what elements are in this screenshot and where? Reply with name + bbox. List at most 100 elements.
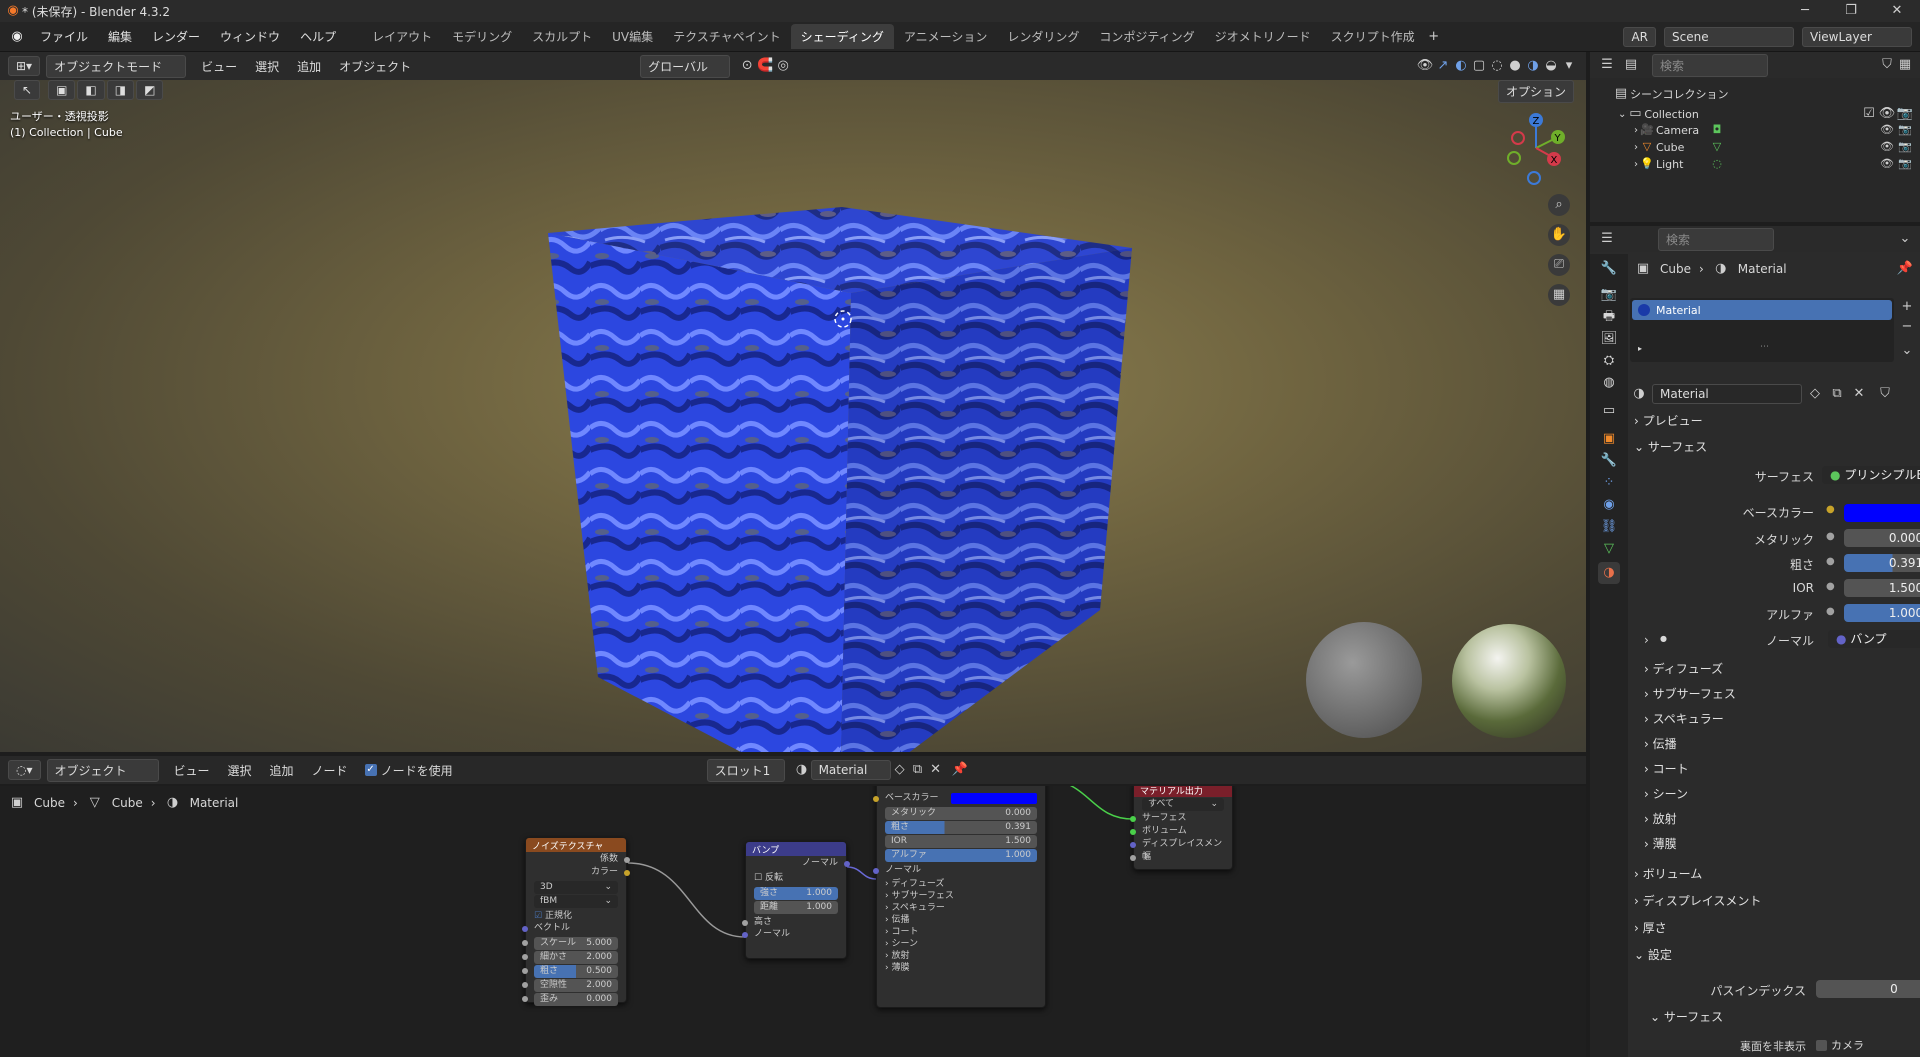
- surface-subpanel-header[interactable]: › サブサーフェス: [1644, 683, 1914, 705]
- noise-field[interactable]: 細かさ 2.000: [522, 951, 618, 964]
- workspace-tab[interactable]: レンダリング: [997, 24, 1089, 49]
- wireframe-shading-icon[interactable]: ◌: [1488, 57, 1506, 75]
- noise-field[interactable]: 歪み 0.000: [522, 993, 618, 1006]
- scene-selector[interactable]: Scene: [1664, 26, 1794, 47]
- use-nodes-checkbox[interactable]: ✓ ノードを使用: [364, 762, 453, 779]
- modifier-tab-icon[interactable]: 🔧: [1598, 450, 1620, 472]
- editor-type-button[interactable]: ⊞▾: [8, 56, 41, 76]
- shading-options-icon[interactable]: ▾: [1560, 57, 1578, 75]
- options-button[interactable]: オプション: [1498, 80, 1575, 103]
- bsdf-panel-toggle[interactable]: › 放射: [877, 950, 1045, 962]
- rendered-shading-icon[interactable]: ◒: [1542, 57, 1560, 75]
- material-browse-icon[interactable]: ◑: [1630, 385, 1648, 403]
- remove-slot-icon[interactable]: −: [1898, 318, 1916, 336]
- noise-field[interactable]: 空隙性 2.000: [522, 979, 618, 992]
- workspace-tab[interactable]: モデリング: [442, 24, 522, 49]
- surface-subpanel-header[interactable]: › シーン: [1644, 783, 1914, 805]
- menu-item[interactable]: 編集: [98, 28, 142, 45]
- particles-tab-icon[interactable]: ⁘: [1598, 472, 1620, 494]
- normal-expand-icon[interactable]: ›: [1644, 633, 1649, 647]
- workspace-tab[interactable]: ジオメトリノード: [1205, 24, 1321, 49]
- properties-options-icon[interactable]: ⌄: [1896, 230, 1914, 248]
- select-intersect-icon[interactable]: ◩: [136, 80, 164, 100]
- slot-selector[interactable]: スロット1: [706, 758, 785, 782]
- menu-item[interactable]: レンダー: [142, 28, 210, 45]
- visibility-icon[interactable]: 👁: [1878, 155, 1896, 173]
- bsdf-alpha-field[interactable]: アルファ 1.000: [885, 849, 1037, 862]
- property-field[interactable]: 0.000: [1844, 529, 1920, 547]
- render-tab-icon[interactable]: 📷: [1598, 284, 1620, 306]
- surface-shader-field[interactable]: ● プリンシプルBSDF: [1822, 466, 1920, 484]
- backface-camera-checkbox[interactable]: カメラ: [1816, 1037, 1864, 1053]
- surface-subpanel-header[interactable]: › ディフューズ: [1644, 658, 1914, 680]
- material-tab-icon[interactable]: ◑: [1598, 562, 1620, 584]
- new-collection-icon[interactable]: ▦: [1896, 56, 1914, 74]
- preview-panel-header[interactable]: › プレビュー: [1634, 410, 1904, 432]
- node-editor-type-button[interactable]: ◌▾: [8, 760, 41, 780]
- noise-field[interactable]: スケール 5.000: [522, 937, 618, 950]
- property-field[interactable]: 1.500: [1844, 579, 1920, 597]
- list-resize-icon[interactable]: ⋯: [1760, 342, 1769, 352]
- ar-button[interactable]: AR: [1623, 26, 1656, 47]
- node-menu-item[interactable]: ビュー: [165, 762, 219, 779]
- viewport-menu-item[interactable]: 選択: [246, 58, 288, 75]
- bsdf-base-color-input[interactable]: ベースカラー: [873, 791, 1045, 806]
- select-subtract-icon[interactable]: ◨: [106, 80, 135, 100]
- workspace-tab[interactable]: コンポジティング: [1089, 24, 1204, 49]
- bsdf-panel-toggle[interactable]: › ディフューズ: [877, 878, 1045, 890]
- property-field[interactable]: 1.000: [1844, 604, 1920, 622]
- material-browse-icon[interactable]: ◑: [793, 761, 811, 779]
- data-tab-icon[interactable]: ▽: [1598, 538, 1620, 560]
- viewlayer-selector[interactable]: ViewLayer: [1802, 26, 1912, 47]
- bsdf-panel-toggle[interactable]: › コート: [877, 926, 1045, 938]
- workspace-tab[interactable]: シェーディング: [790, 24, 894, 49]
- constraints-tab-icon[interactable]: ⛓: [1598, 516, 1620, 538]
- viewport-menu-item[interactable]: オブジェクト: [330, 58, 420, 75]
- pivot-icon[interactable]: ⊙: [738, 57, 756, 75]
- overlay-toggle-icon[interactable]: ◐: [1452, 57, 1470, 75]
- pass-index-field[interactable]: 0: [1816, 980, 1920, 998]
- bsdf-panel-toggle[interactable]: › 伝播: [877, 914, 1045, 926]
- display-mode-icon[interactable]: ▤: [1622, 56, 1640, 74]
- bump-invert-checkbox[interactable]: ☐ 反転: [746, 871, 846, 886]
- properties-editor-icon[interactable]: ☰: [1598, 230, 1616, 248]
- workspace-tab[interactable]: テクスチャペイント: [663, 24, 791, 49]
- node-menu-item[interactable]: 選択: [219, 762, 261, 779]
- base-color-swatch[interactable]: [1844, 504, 1920, 522]
- bsdf-panel-toggle[interactable]: › スペキュラー: [877, 902, 1045, 914]
- mode-selector[interactable]: オブジェクトモード: [46, 54, 187, 78]
- material-slot-item[interactable]: Material: [1632, 300, 1892, 320]
- surface-subpanel-header[interactable]: › 伝播: [1644, 733, 1914, 755]
- properties-search[interactable]: 検索: [1658, 227, 1774, 251]
- outliner-item[interactable]: › 💡 Light ◌ 👁 📷: [1590, 154, 1920, 174]
- outliner-search[interactable]: 検索: [1652, 53, 1768, 77]
- bsdf-panel-toggle[interactable]: › シーン: [877, 938, 1045, 950]
- workspace-tab[interactable]: スクリプト作成: [1321, 24, 1425, 49]
- surface-panel-header[interactable]: ⌄ サーフェス: [1634, 436, 1904, 458]
- bump-distance-field[interactable]: 距離 1.000: [754, 901, 838, 914]
- workspace-tab[interactable]: スカルプト: [522, 24, 602, 49]
- surface-subpanel-header[interactable]: › 薄膜: [1644, 833, 1914, 855]
- navigation-gizmo[interactable]: Z Y X: [1498, 110, 1574, 186]
- property-field[interactable]: 0.391: [1844, 554, 1920, 572]
- settings-surface-subpanel[interactable]: ⌄ サーフェス: [1650, 1006, 1920, 1028]
- workspace-tab[interactable]: UV編集: [602, 24, 663, 49]
- pin-icon[interactable]: 📌: [951, 761, 969, 779]
- node-editor[interactable]: ▣ Cube › ▽ Cube › ◑ Material ノイズテクスチャ 係数 カラ…: [0, 786, 1586, 1057]
- material-slots-list[interactable]: Material ▸ ⋯: [1630, 298, 1894, 362]
- noise-field[interactable]: 粗さ 0.500: [522, 965, 618, 978]
- world-tab-icon[interactable]: ◍: [1598, 372, 1620, 394]
- bump-strength-field[interactable]: 強さ 1.000: [754, 887, 838, 900]
- select-box-icon[interactable]: ▣: [48, 80, 76, 100]
- render-visibility-icon[interactable]: 📷: [1896, 155, 1914, 173]
- material-filter-icon[interactable]: ⛉: [1876, 385, 1894, 403]
- minimize-icon[interactable]: ─: [1782, 2, 1828, 20]
- scene-collection-row[interactable]: ▤ シーンコレクション: [1590, 84, 1920, 104]
- blender-menu-icon[interactable]: ◉: [8, 28, 26, 46]
- collection-tab-icon[interactable]: ▭: [1598, 400, 1620, 422]
- proportional-edit-icon[interactable]: ◎: [774, 57, 792, 75]
- material-name-field[interactable]: Material: [1652, 384, 1802, 404]
- bsdf-metallic-field[interactable]: メタリック 0.000: [885, 807, 1037, 820]
- list-expand-icon[interactable]: ▸: [1638, 344, 1642, 353]
- menu-item[interactable]: ファイル: [30, 28, 98, 45]
